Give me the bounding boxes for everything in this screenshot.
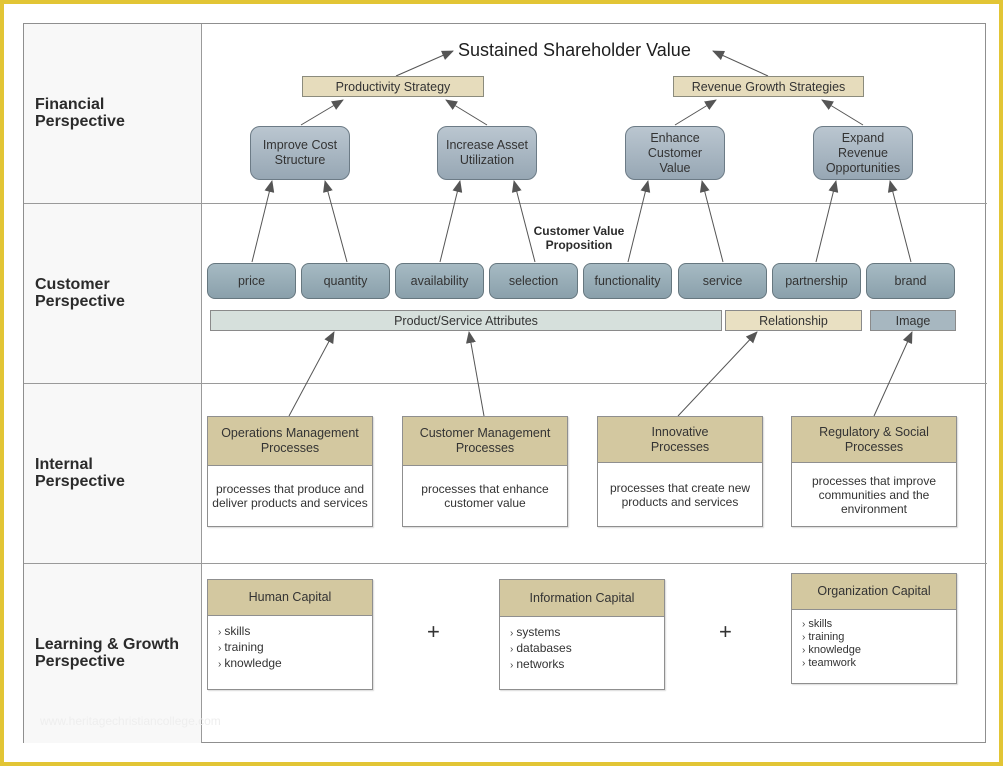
image-bar: Image xyxy=(870,310,956,331)
revenue-growth-strategies: Revenue Growth Strategies xyxy=(673,76,864,97)
plus-operator: + xyxy=(719,619,732,644)
capital-items: skills training knowledge teamwork xyxy=(792,610,956,670)
attribute-partnership: partnership xyxy=(772,263,861,299)
lane-customer: Customer Perspective xyxy=(24,204,202,383)
page: Financial Perspective Customer Perspecti… xyxy=(4,4,999,762)
capital-item: training xyxy=(218,640,372,656)
capital-items: skills training knowledge xyxy=(208,616,372,672)
process-operations-management: Operations Management Processes processe… xyxy=(207,416,373,527)
process-title: Customer Management Processes xyxy=(403,417,567,466)
capital-title: Human Capital xyxy=(208,580,372,616)
process-title: Regulatory & Social Processes xyxy=(792,417,956,463)
objective-increase-asset-utilization: Increase Asset Utilization xyxy=(437,126,537,180)
capital-title: Information Capital xyxy=(500,580,664,617)
capital-item: teamwork xyxy=(802,657,956,670)
process-description: processes that create new products and s… xyxy=(609,480,751,509)
process-customer-management: Customer Management Processes processes … xyxy=(402,416,568,527)
process-regulatory-social: Regulatory & Social Processes processes … xyxy=(791,416,957,527)
productivity-strategy: Productivity Strategy xyxy=(302,76,484,97)
lane-internal: Internal Perspective xyxy=(24,384,202,563)
watermark: www.heritagechristiancollege.com xyxy=(40,714,221,728)
capital-item: databases xyxy=(510,641,664,657)
process-description: processes that produce and deliver produ… xyxy=(212,482,368,510)
capital-human: Human Capital skills training knowledge xyxy=(207,579,373,690)
lane-label-internal: Internal Perspective xyxy=(35,456,125,490)
process-title: Innovative Processes xyxy=(598,417,762,463)
capital-organization: Organization Capital skills training kno… xyxy=(791,573,957,684)
lane-label-learning: Learning & Growth Perspective xyxy=(35,636,179,670)
process-title: Operations Management Processes xyxy=(208,417,372,466)
objective-expand-revenue-opportunities: Expand Revenue Opportunities xyxy=(813,126,913,180)
attribute-availability: availability xyxy=(395,263,484,299)
process-description: processes that enhance customer value xyxy=(421,482,549,510)
attribute-price: price xyxy=(207,263,296,299)
process-description: processes that improve communities and t… xyxy=(811,473,937,516)
capital-item: knowledge xyxy=(218,656,372,672)
capital-title: Organization Capital xyxy=(792,574,956,610)
lane-label-customer: Customer Perspective xyxy=(35,276,125,310)
attribute-selection: selection xyxy=(489,263,578,299)
process-innovative: Innovative Processes processes that crea… xyxy=(597,416,763,527)
capital-item: skills xyxy=(218,624,372,640)
attribute-service: service xyxy=(678,263,767,299)
capital-item: networks xyxy=(510,657,664,673)
capital-item: skills xyxy=(802,618,956,631)
relationship-bar: Relationship xyxy=(725,310,862,331)
attribute-quantity: quantity xyxy=(301,263,390,299)
capital-items: systems databases networks xyxy=(500,617,664,673)
customer-value-proposition-label: Customer Value Proposition xyxy=(533,224,625,252)
capital-information: Information Capital systems databases ne… xyxy=(499,579,665,690)
capital-item: training xyxy=(802,631,956,644)
capital-item: systems xyxy=(510,625,664,641)
plus-operator: + xyxy=(427,619,440,644)
product-service-attributes-bar: Product/Service Attributes xyxy=(210,310,722,331)
objective-improve-cost-structure: Improve Cost Structure xyxy=(250,126,350,180)
objective-enhance-customer-value: Enhance Customer Value xyxy=(625,126,725,180)
attribute-brand: brand xyxy=(866,263,955,299)
lane-label-financial: Financial Perspective xyxy=(35,96,125,130)
lane-financial: Financial Perspective xyxy=(24,24,202,203)
capital-item: knowledge xyxy=(802,644,956,657)
diagram-title: Sustained Shareholder Value xyxy=(458,40,691,60)
attribute-functionality: functionality xyxy=(583,263,672,299)
